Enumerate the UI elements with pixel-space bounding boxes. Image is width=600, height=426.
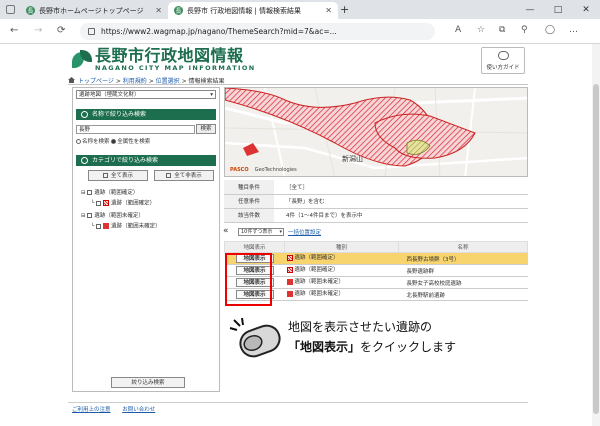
tab-bar: 長 長野市ホームページトップページ ✕ 長 長野市 行政地図情報 | 情報検索結… bbox=[0, 0, 600, 19]
chevron-down-icon: ▾ bbox=[210, 92, 213, 98]
favorite-icon[interactable]: ☆ bbox=[477, 25, 485, 35]
red-swatch-icon bbox=[103, 223, 110, 229]
map-canvas bbox=[225, 88, 527, 176]
divider bbox=[68, 84, 528, 85]
map-favicon-icon: 長 bbox=[174, 6, 183, 15]
filter-search-button[interactable]: 絞り込み検索 bbox=[111, 377, 185, 388]
category-group-confirmed[interactable]: ⊟ 遺跡（範囲確定） bbox=[81, 190, 138, 197]
red-swatch-icon bbox=[286, 290, 293, 297]
footer-links: ご利用上の注意 お問い合わせ bbox=[72, 405, 165, 413]
column-header: 名称 bbox=[398, 241, 528, 253]
tab-city-home[interactable]: 長 長野市ホームページトップページ ✕ bbox=[20, 2, 168, 19]
column-header: 種別 bbox=[284, 241, 399, 253]
checkbox-icon bbox=[166, 173, 172, 178]
minimize-icon[interactable]: — bbox=[516, 0, 544, 19]
maximize-icon[interactable]: □ bbox=[544, 0, 572, 19]
city-logo-icon bbox=[72, 50, 92, 70]
site-logo[interactable]: 長野市行政地図情報 NAGANO CITY MAP INFORMATION bbox=[72, 48, 256, 72]
map-attribution: PASCO GeoTechnologies bbox=[230, 167, 297, 173]
forward-icon[interactable]: → bbox=[34, 25, 42, 36]
close-tab-icon[interactable]: ✕ bbox=[149, 6, 162, 15]
usage-guide-button[interactable]: 使い方ガイド bbox=[481, 47, 525, 74]
category-item-confirmed[interactable]: └ 遺跡（範囲確定） bbox=[91, 200, 155, 208]
checkbox-icon bbox=[96, 223, 102, 229]
checkbox-icon bbox=[87, 213, 93, 218]
address-bar: ← → ⟳ https://www2.wagmap.jp/nagano/Them… bbox=[0, 19, 600, 44]
highlight-box bbox=[225, 253, 272, 306]
collapse-panel-icon[interactable]: « bbox=[223, 226, 229, 236]
reload-icon[interactable]: ⟳ bbox=[57, 25, 65, 36]
category-item-unconfirmed[interactable]: └ 遺跡（範囲未確定） bbox=[91, 223, 161, 231]
usage-guide-label: 使い方ガイド bbox=[486, 65, 520, 71]
search-icon bbox=[81, 157, 88, 164]
page-scrollbar[interactable] bbox=[592, 44, 600, 426]
instruction-callout: 地図を表示させたい遺跡の 「地図表示」をクイックします bbox=[288, 320, 457, 354]
scrollbar-thumb[interactable] bbox=[593, 84, 599, 414]
site-title: 長野市行政地図情報 bbox=[95, 46, 244, 65]
dataset-select[interactable]: 遺跡地図（埋蔵文化財） ▾ bbox=[76, 90, 216, 99]
keyword-search-button[interactable]: 検索 bbox=[196, 124, 216, 134]
url-field[interactable]: https://www2.wagmap.jp/nagano/ThemeSearc… bbox=[80, 23, 435, 40]
terms-link[interactable]: ご利用上の注意 bbox=[72, 407, 111, 413]
collections-icon[interactable]: ⧉ bbox=[499, 25, 505, 35]
red-swatch-icon bbox=[286, 278, 293, 285]
name-search-header: 名称で絞り込み検索 bbox=[76, 109, 216, 120]
new-tab-button[interactable]: + bbox=[340, 3, 349, 16]
tab-title: 長野市 行政地図情報 | 情報検索結果 bbox=[187, 6, 302, 15]
checkbox-icon bbox=[102, 173, 108, 178]
contact-link[interactable]: お問い合わせ bbox=[122, 407, 155, 413]
city-favicon-icon: 長 bbox=[26, 6, 35, 15]
url-text: https://www2.wagmap.jp/nagano/ThemeSearc… bbox=[101, 27, 337, 36]
hatch-swatch-icon bbox=[286, 266, 293, 273]
tab-map-results[interactable]: 長 長野市 行政地図情報 | 情報検索結果 ✕ bbox=[168, 2, 338, 19]
hide-all-button[interactable]: 全て非表示 bbox=[154, 170, 214, 181]
checkbox-icon bbox=[96, 200, 102, 206]
search-panel: 遺跡地図（埋蔵文化財） ▾ 名称で絞り込み検索 長野 検索 名称を検索 全属性を… bbox=[72, 87, 220, 392]
site-subtitle: NAGANO CITY MAP INFORMATION bbox=[95, 64, 256, 72]
bulk-location-link[interactable]: 一括位置設定 bbox=[288, 228, 321, 236]
mouse-icon bbox=[497, 51, 509, 60]
checkbox-icon bbox=[87, 190, 93, 195]
read-aloud-icon[interactable]: A bbox=[455, 25, 461, 35]
divider bbox=[68, 402, 528, 403]
window-controls: — □ ✕ bbox=[516, 0, 600, 19]
map-place-label: 新潟山 bbox=[342, 155, 363, 163]
mouse-illustration-icon bbox=[229, 317, 281, 358]
hatch-swatch-icon bbox=[286, 254, 293, 261]
lock-icon bbox=[88, 28, 95, 35]
category-group-unconfirmed[interactable]: ⊟ 遺跡（範囲未確定） bbox=[81, 213, 144, 220]
close-tab-icon[interactable]: ✕ bbox=[319, 6, 332, 15]
keyword-input[interactable]: 長野 bbox=[76, 125, 195, 134]
radio-name-scope[interactable]: 名称を検索 bbox=[76, 139, 110, 145]
window-menu-icon[interactable] bbox=[6, 5, 15, 14]
show-all-button[interactable]: 全て表示 bbox=[88, 170, 148, 181]
per-page-select[interactable]: 10件ずつ表示 ▾ bbox=[238, 228, 284, 236]
search-conditions: 種目条件 ［全て］ 任意条件 「長野」を含む 該当件数 4件（1〜4件目まで）を表示中 bbox=[224, 180, 528, 223]
radio-selected-icon bbox=[111, 139, 117, 144]
back-icon[interactable]: ← bbox=[10, 25, 18, 36]
close-window-icon[interactable]: ✕ bbox=[572, 0, 600, 19]
category-search-header: カテゴリで絞り込み検索 bbox=[76, 155, 216, 166]
map-view[interactable]: 新潟山 PASCO GeoTechnologies bbox=[224, 87, 528, 177]
radio-icon bbox=[76, 139, 81, 144]
search-scope: 名称を検索 全属性を検索 bbox=[76, 137, 150, 145]
column-header: 地図表示 bbox=[224, 241, 285, 253]
home-icon bbox=[68, 77, 75, 83]
profile-icon[interactable]: ◯ bbox=[545, 25, 555, 35]
tab-title: 長野市ホームページトップページ bbox=[39, 6, 144, 15]
extensions-icon[interactable]: ⚲ bbox=[521, 25, 528, 35]
search-icon bbox=[81, 111, 88, 118]
more-icon[interactable]: … bbox=[569, 25, 578, 35]
radio-all-scope[interactable]: 全属性を検索 bbox=[111, 139, 150, 145]
chevron-down-icon: ▾ bbox=[279, 229, 282, 235]
hatch-swatch-icon bbox=[103, 200, 110, 206]
